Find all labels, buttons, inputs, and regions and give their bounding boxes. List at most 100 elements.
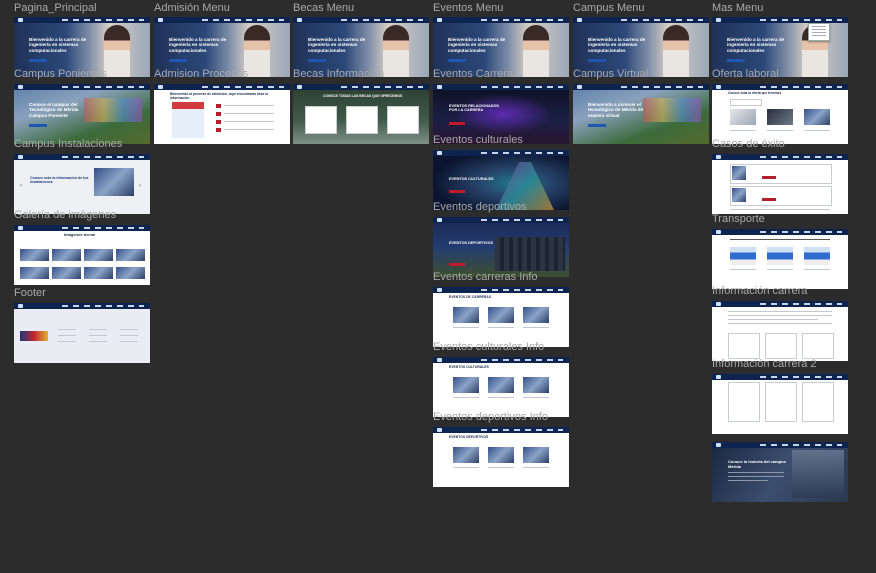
hero-button[interactable] [588,59,606,62]
frame-eventos-carreras-info[interactable]: EVENTOS DE CARRERAS [433,287,569,347]
success-button[interactable] [762,176,776,179]
more-dropdown-menu[interactable] [808,23,830,41]
logo-icon [716,85,721,89]
carrera-card[interactable] [802,333,834,359]
frame-label-casos-de-exito[interactable]: Casos de éxito [712,138,785,150]
frame-label-admision-procesos[interactable]: Admision Procesos [154,68,248,80]
carousel-next-icon[interactable]: › [139,180,141,192]
frame-label-eventos-menu[interactable]: Eventos Menu [433,2,503,14]
frame-oferta-laboral[interactable]: Conoce toda la oferta que tenemos [712,84,848,144]
hero-button[interactable] [448,59,466,62]
event-photo[interactable] [523,307,549,323]
frame-informacion-carrera-2[interactable] [712,374,848,434]
frame-informacion-carrera[interactable] [712,301,848,361]
event-photo[interactable] [488,377,514,393]
people-photo [792,450,844,498]
campus-button[interactable] [588,124,606,127]
beca-card[interactable] [387,106,419,134]
logo-icon [297,85,302,89]
frame-label-footer[interactable]: Footer [14,287,46,299]
hero-button[interactable] [727,59,745,62]
gallery-image[interactable] [52,249,81,261]
hero-button[interactable] [169,59,187,62]
gallery-image[interactable] [84,249,113,261]
hero-button[interactable] [308,59,326,62]
frame-label-eventos-deportivos-info[interactable]: Eventos deportivos Info [433,411,548,423]
event-photo[interactable] [453,447,479,463]
frame-label-campus-menu[interactable]: Campus Menu [573,2,645,14]
frame-label-galeria[interactable]: Galería de imágenes [14,209,116,221]
frame-label-eventos-culturales-info[interactable]: Eventos culturales Info [433,341,544,353]
frame-admision-procesos[interactable]: Bienvenido al proceso de admisión, aquí … [154,84,290,144]
bus-photo[interactable] [730,247,756,265]
carrera-card[interactable] [802,382,834,422]
campus-headline: Bienvenido a conocer el tecnológico de M… [588,102,644,118]
gallery-image[interactable] [84,267,113,279]
frame-label-mas-menu[interactable]: Mas Menu [712,2,763,14]
eventos-button[interactable] [449,263,465,266]
frame-label-oferta-laboral[interactable]: Oferta laboral [712,68,779,80]
frame-label-eventos-carrera[interactable]: Eventos Carrera [433,68,513,80]
frame-transporte[interactable] [712,229,848,289]
frame-label-eventos-deportivos[interactable]: Eventos deportivos [433,201,527,213]
frame-label-pagina-principal[interactable]: Pagina_Principal [14,2,97,14]
job-card-image[interactable] [730,109,756,125]
frame-casos-de-exito[interactable] [712,154,848,214]
gallery-image[interactable] [20,267,49,279]
frame-label-becas-menu[interactable]: Becas Menu [293,2,354,14]
frame-campus-ponientes[interactable]: Conoce el campus del Tecnológico de Méri… [14,84,150,144]
gallery-image[interactable] [116,249,145,261]
bus-photo[interactable] [767,247,793,265]
event-photo[interactable] [523,447,549,463]
event-photo[interactable] [453,307,479,323]
job-card-image[interactable] [767,109,793,125]
eventos-button[interactable] [449,122,465,125]
beca-card[interactable] [305,106,337,134]
frame-eventos-deportivos[interactable]: EVENTOS DEPORTIVOS [433,217,569,277]
footer-column-text [89,341,107,342]
frame-label-campus-virtual[interactable]: Campus Virtual [573,68,648,80]
gallery-image[interactable] [20,249,49,261]
step-marker [216,104,221,108]
carrera-card[interactable] [765,333,797,359]
carrera-card[interactable] [765,382,797,422]
nav-links [481,289,563,291]
hero-button[interactable] [29,59,47,62]
beca-card[interactable] [346,106,378,134]
event-photo[interactable] [523,377,549,393]
frame-label-informacion-carrera-2[interactable]: Información carrera 2 [712,358,817,370]
frame-campus-instalaciones[interactable]: Conoce más la información de tus instala… [14,154,150,214]
carrera-card[interactable] [728,333,760,359]
frame-becas-informacion[interactable]: CONOCE TODAS LAS BECAS QUE OFRECEMOS [293,84,429,144]
frame-label-campus-ponientes[interactable]: Campus Ponientes [14,68,107,80]
frame-label-campus-instalaciones[interactable]: Campus Instalaciones [14,138,122,150]
eventos-button[interactable] [449,190,465,193]
logo-icon [437,151,442,155]
event-photo[interactable] [488,307,514,323]
event-photo[interactable] [453,377,479,393]
frame-label-informacion-carrera[interactable]: Información carrera [712,285,807,297]
frame-eventos-deportivos-info[interactable]: EVENTOS DEPORTIVOS [433,427,569,487]
gallery-image[interactable] [116,267,145,279]
footer-column-text [58,341,76,342]
bus-photo[interactable] [804,247,830,265]
frame-label-transporte[interactable]: Transporte [712,213,765,225]
frame-label-eventos-carreras-info[interactable]: Eventos carreras Info [433,271,538,283]
frame-historia-campus[interactable]: Conoce la historia del campus Mérida [712,442,848,502]
frame-label-becas-informacion[interactable]: Becas Información [293,68,384,80]
event-photo[interactable] [488,447,514,463]
filter-select[interactable] [730,99,762,106]
frame-label-eventos-culturales[interactable]: Eventos culturales [433,134,523,146]
frame-label-admision-menu[interactable]: Admisión Menu [154,2,230,14]
gallery-image[interactable] [52,267,81,279]
frame-footer[interactable] [14,303,150,363]
job-card-image[interactable] [804,109,830,125]
navbar [712,374,848,380]
carrera-card[interactable] [728,382,760,422]
frame-eventos-culturales-info[interactable]: EVENTOS CULTURALES [433,357,569,417]
campus-button[interactable] [29,124,47,127]
carousel-prev-icon[interactable]: ‹ [20,180,22,192]
frame-galeria-de-imagenes[interactable]: Imágenes tecnm [14,225,150,285]
success-button[interactable] [762,198,776,201]
frame-campus-virtual[interactable]: Bienvenido a conocer el tecnológico de M… [573,84,709,144]
